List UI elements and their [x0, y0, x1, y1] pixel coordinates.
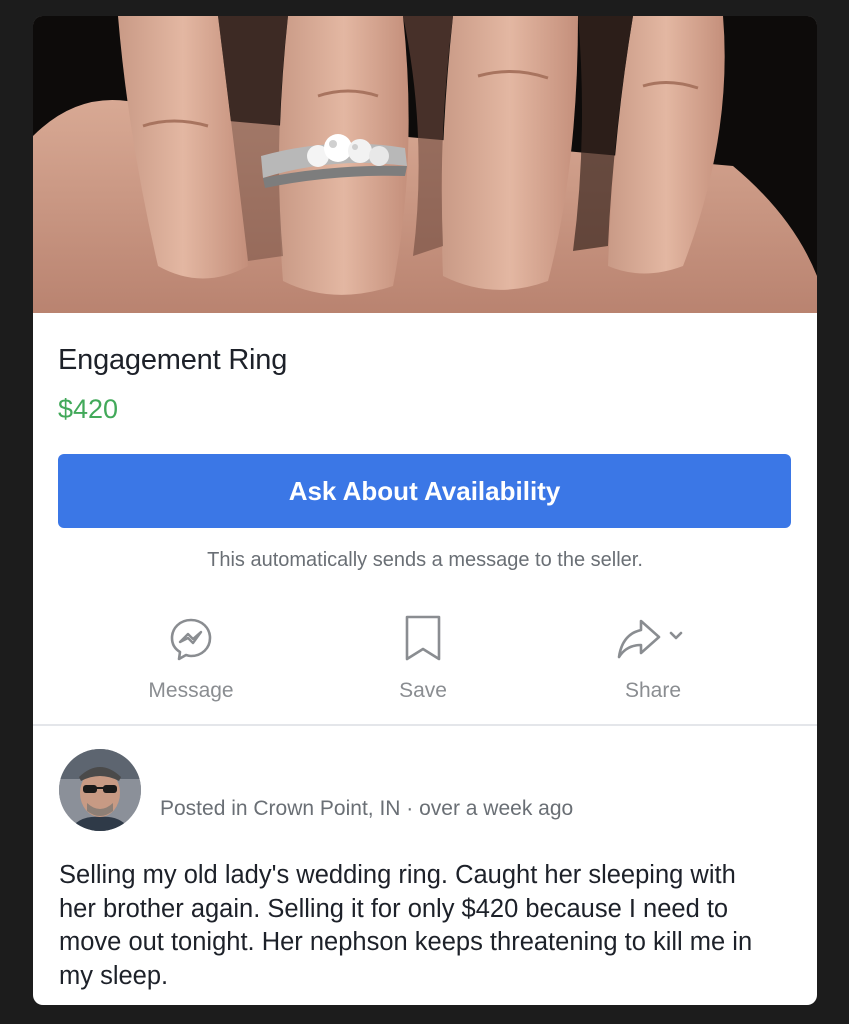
seller-avatar[interactable]: [59, 749, 141, 831]
chevron-down-icon: [669, 631, 683, 640]
message-label: Message: [148, 679, 234, 702]
save-action-button[interactable]: Save: [343, 611, 503, 703]
share-icon: [573, 611, 733, 667]
listing-price: $420: [58, 394, 119, 424]
bookmark-icon: [343, 611, 503, 667]
listing-description: Selling my old lady's wedding ring. Caug…: [59, 861, 753, 990]
listing-photo[interactable]: [33, 16, 817, 313]
post-location-time: Posted in Crown Point, IN · over a week …: [160, 797, 574, 820]
message-action-button[interactable]: Message: [111, 611, 271, 703]
share-label: Share: [624, 679, 682, 702]
messenger-icon: [111, 611, 271, 667]
listing-title: Engagement Ring: [58, 344, 288, 376]
share-action-button[interactable]: Share: [573, 611, 733, 703]
save-label: Save: [399, 679, 447, 702]
ask-availability-button[interactable]: Ask About Availability: [58, 454, 791, 528]
section-divider: [33, 724, 817, 726]
auto-message-note: This automatically sends a message to th…: [207, 549, 643, 571]
ring-on-hand-image: [33, 16, 817, 313]
marketplace-listing-card: Engagement Ring $420 Ask About Availabil…: [33, 16, 817, 1005]
